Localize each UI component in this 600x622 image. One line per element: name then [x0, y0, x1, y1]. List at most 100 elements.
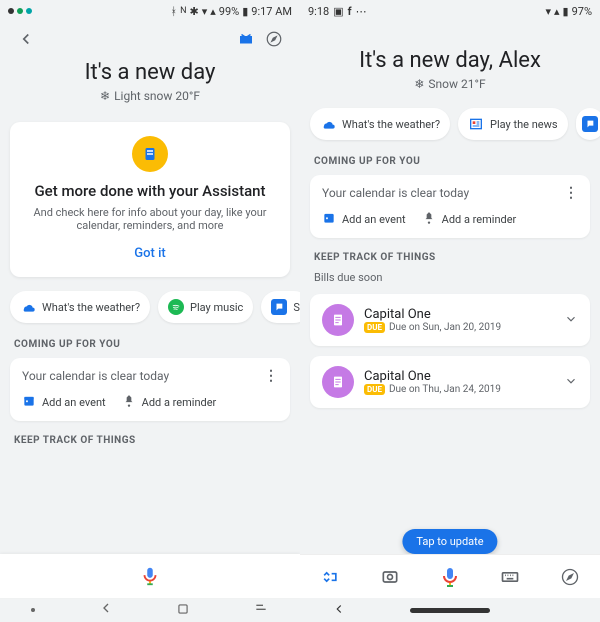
- hero-title: It's a new day, Alex: [312, 48, 588, 73]
- bill-due-text: Due on Sun, Jan 20, 2019: [389, 322, 501, 333]
- chip-label: What's the weather?: [42, 301, 140, 314]
- card-title: Get more done with your Assistant: [24, 182, 276, 200]
- chevron-down-icon[interactable]: [564, 373, 578, 392]
- topbar-left: [0, 22, 300, 56]
- chip-label: S: [293, 301, 300, 314]
- hero-right: It's a new day, Alex ❄ Snow 21°F: [300, 22, 600, 102]
- spotify-icon: [168, 299, 184, 315]
- bill-icon: [322, 304, 354, 336]
- mic-button[interactable]: [436, 563, 464, 591]
- card-body: And check here for info about your day, …: [24, 206, 276, 232]
- back-button[interactable]: [12, 25, 40, 53]
- keyboard-button[interactable]: [496, 563, 524, 591]
- due-badge: DUE: [364, 384, 385, 395]
- add-event-button[interactable]: Add an event: [322, 211, 406, 228]
- coming-up-header: COMING UP FOR YOU: [300, 146, 600, 171]
- bill-due-text: Due on Thu, Jan 24, 2019: [389, 384, 501, 395]
- tap-to-update-button[interactable]: Tap to update: [402, 529, 497, 554]
- add-event-label: Add an event: [42, 396, 106, 409]
- nav-back-icon[interactable]: [98, 600, 114, 620]
- suggestion-chips-left: What's the weather? Play music S: [0, 285, 300, 329]
- bill-row[interactable]: Capital One DUE Due on Thu, Jan 24, 2019: [310, 356, 590, 408]
- bills-subheader: Bills due soon: [300, 267, 600, 288]
- bill-name: Capital One: [364, 369, 554, 384]
- chat-icon: [271, 299, 287, 315]
- keep-track-header: KEEP TRACK OF THINGS: [0, 425, 300, 450]
- cloud-icon: [20, 299, 36, 315]
- bottombar-right: [300, 554, 600, 598]
- calendar-empty-text: Your calendar is clear today: [22, 369, 264, 383]
- overflow-button[interactable]: ⋮: [564, 185, 578, 201]
- add-reminder-label: Add a reminder: [142, 396, 217, 409]
- chip-more[interactable]: S: [261, 291, 300, 323]
- status-notif-dots: [8, 8, 32, 14]
- chip-weather[interactable]: What's the weather?: [310, 108, 450, 140]
- chip-label: Play music: [190, 301, 243, 314]
- weather-text: Light snow 20°F: [114, 89, 200, 103]
- battery-icon: ▮: [242, 5, 248, 18]
- chip-music[interactable]: Play music: [158, 291, 253, 323]
- due-badge: DUE: [364, 322, 385, 333]
- navbar-left: [0, 598, 300, 622]
- calendar-icon: [322, 211, 336, 228]
- overflow-button[interactable]: ⋮: [264, 368, 278, 384]
- add-reminder-label: Add a reminder: [442, 213, 517, 226]
- chip-news[interactable]: Play the news: [458, 108, 568, 140]
- weather-icon: ❄: [100, 89, 110, 103]
- chevron-down-icon[interactable]: [564, 311, 578, 330]
- chat-icon: [582, 116, 598, 132]
- clock: 9:17 AM: [251, 5, 292, 18]
- bill-row[interactable]: Capital One DUE Due on Sun, Jan 20, 2019: [310, 294, 590, 346]
- phone-left: ᚼ N ✱ ▾ ▴ 99% ▮ 9:17 AM It's a new day ❄…: [0, 0, 300, 622]
- bottombar-left: [0, 554, 300, 598]
- bill-icon: [322, 366, 354, 398]
- nav-recent-icon[interactable]: [253, 600, 269, 620]
- signal-icon: ▴: [554, 5, 560, 18]
- weather-text: Snow 21°F: [428, 77, 485, 91]
- image-icon: ▣: [333, 5, 343, 18]
- updates-tab[interactable]: [316, 563, 344, 591]
- reminder-icon: [422, 211, 436, 228]
- phone-right: 9:18 ▣ f ⋯ ▾ ▴ ▮ 97% It's a new day, Ale…: [300, 0, 600, 622]
- mic-button[interactable]: [136, 562, 164, 590]
- battery-icon: ▮: [563, 5, 569, 18]
- calendar-card-left: Your calendar is clear today ⋮ Add an ev…: [10, 358, 290, 421]
- weather-icon: ❄: [414, 77, 424, 91]
- reminder-icon: [122, 394, 136, 411]
- statusbar-left: ᚼ N ✱ ▾ ▴ 99% ▮ 9:17 AM: [0, 0, 300, 22]
- bill-name: Capital One: [364, 307, 554, 322]
- updates-icon[interactable]: [232, 25, 260, 53]
- explore-icon[interactable]: [260, 25, 288, 53]
- hero-title: It's a new day: [12, 60, 288, 85]
- vibrate-icon: ✱: [190, 5, 199, 18]
- nav-home-icon[interactable]: [176, 601, 190, 620]
- chip-label: What's the weather?: [342, 118, 440, 131]
- add-event-button[interactable]: Add an event: [22, 394, 106, 411]
- chip-weather[interactable]: What's the weather?: [10, 291, 150, 323]
- coming-up-header: COMING UP FOR YOU: [0, 329, 300, 354]
- nav-home-pill[interactable]: [410, 608, 490, 613]
- chip-more[interactable]: [576, 108, 600, 140]
- calendar-icon: [22, 394, 36, 411]
- calendar-empty-text: Your calendar is clear today: [322, 186, 564, 200]
- battery-pct: 97%: [572, 5, 592, 18]
- wifi-icon: ▾: [202, 5, 208, 18]
- nav-back-icon[interactable]: [332, 601, 346, 620]
- explore-button[interactable]: [556, 563, 584, 591]
- navbar-right: [300, 598, 600, 622]
- nfc-icon: N: [180, 6, 186, 16]
- chip-label: Play the news: [490, 118, 558, 131]
- nav-dot: [31, 608, 35, 612]
- add-reminder-button[interactable]: Add a reminder: [122, 394, 217, 411]
- statusbar-right: 9:18 ▣ f ⋯ ▾ ▴ ▮ 97%: [300, 0, 600, 22]
- wifi-icon: ▾: [545, 5, 551, 18]
- battery-pct: 99%: [219, 5, 239, 18]
- hero-left: It's a new day ❄ Light snow 20°F: [0, 56, 300, 114]
- lens-button[interactable]: [376, 563, 404, 591]
- assistant-icon: [132, 136, 168, 172]
- add-reminder-button[interactable]: Add a reminder: [422, 211, 517, 228]
- news-icon: [468, 116, 484, 132]
- clock: 9:18: [308, 5, 329, 18]
- suggestion-chips-right: What's the weather? Play the news: [300, 102, 600, 146]
- got-it-button[interactable]: Got it: [24, 240, 276, 267]
